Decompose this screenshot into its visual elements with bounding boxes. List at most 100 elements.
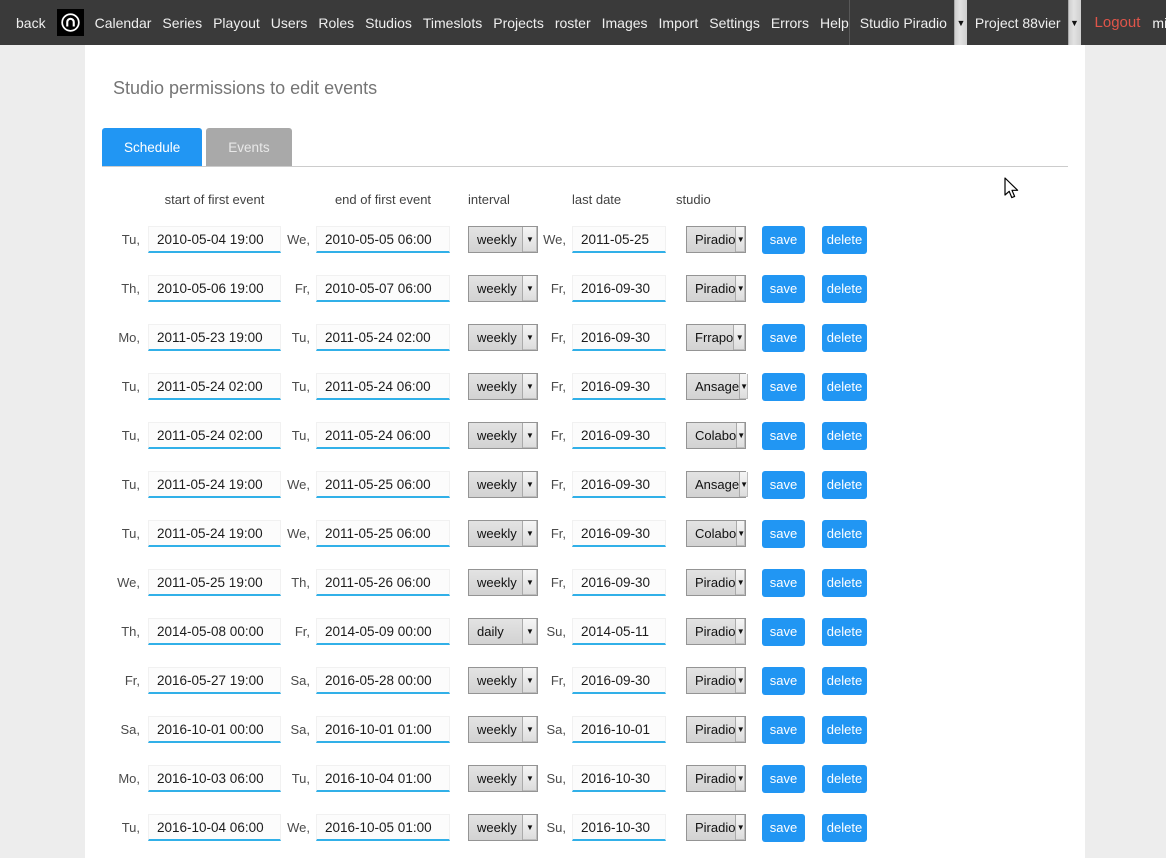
end-of-event-input[interactable] (316, 716, 450, 743)
start-of-event-input[interactable] (148, 569, 281, 596)
studio-select[interactable]: Piradio ▼ (686, 716, 746, 743)
studio-select[interactable]: Piradio ▼ (686, 226, 746, 253)
nav-item-users[interactable]: Users (271, 15, 308, 31)
last-date-input[interactable] (572, 569, 666, 596)
delete-button[interactable]: delete (822, 275, 867, 303)
last-date-input[interactable] (572, 667, 666, 694)
studio-select[interactable]: Piradio ▼ (686, 765, 746, 792)
end-of-event-input[interactable] (316, 373, 450, 400)
studio-select[interactable]: Piradio ▼ (686, 618, 746, 645)
studio-select[interactable]: Colabo ▼ (686, 520, 746, 547)
start-of-event-input[interactable] (148, 275, 281, 302)
chevron-down-icon[interactable]: ▼ (954, 0, 967, 45)
last-date-input[interactable] (572, 275, 666, 302)
delete-button[interactable]: delete (822, 765, 867, 793)
save-button[interactable]: save (762, 422, 805, 450)
end-of-event-input[interactable] (316, 226, 450, 253)
nav-item-back[interactable]: back (16, 15, 46, 31)
studio-select[interactable]: Frrapo ▼ (686, 324, 746, 351)
start-of-event-input[interactable] (148, 422, 281, 449)
delete-button[interactable]: delete (822, 324, 867, 352)
start-of-event-input[interactable] (148, 667, 281, 694)
end-of-event-input[interactable] (316, 471, 450, 498)
interval-select[interactable]: weekly ▼ (468, 226, 538, 253)
studio-select-nav[interactable]: Studio Piradio ▼ (858, 0, 967, 45)
nav-item-help[interactable]: Help (820, 15, 849, 31)
end-of-event-input[interactable] (316, 275, 450, 302)
last-date-input[interactable] (572, 520, 666, 547)
save-button[interactable]: save (762, 373, 805, 401)
save-button[interactable]: save (762, 569, 805, 597)
interval-select[interactable]: weekly ▼ (468, 324, 538, 351)
end-of-event-input[interactable] (316, 618, 450, 645)
last-date-input[interactable] (572, 373, 666, 400)
end-of-event-input[interactable] (316, 422, 450, 449)
save-button[interactable]: save (762, 814, 805, 842)
end-of-event-input[interactable] (316, 814, 450, 841)
interval-select[interactable]: weekly ▼ (468, 667, 538, 694)
nav-item-images[interactable]: Images (602, 15, 648, 31)
nav-item-timeslots[interactable]: Timeslots (423, 15, 482, 31)
nav-item-studios[interactable]: Studios (365, 15, 412, 31)
last-date-input[interactable] (572, 422, 666, 449)
save-button[interactable]: save (762, 618, 805, 646)
save-button[interactable]: save (762, 667, 805, 695)
nav-item-series[interactable]: Series (162, 15, 202, 31)
chevron-down-icon[interactable]: ▼ (1068, 0, 1081, 45)
studio-select[interactable]: Ansage ▼ (686, 373, 746, 400)
studio-select[interactable]: Piradio ▼ (686, 814, 746, 841)
end-of-event-input[interactable] (316, 667, 450, 694)
save-button[interactable]: save (762, 765, 805, 793)
tab-events[interactable]: Events (206, 128, 291, 166)
nav-item-roster[interactable]: roster (555, 15, 591, 31)
start-of-event-input[interactable] (148, 471, 281, 498)
nav-item-playout[interactable]: Playout (213, 15, 260, 31)
nav-item-errors[interactable]: Errors (771, 15, 809, 31)
nav-item-settings[interactable]: Settings (709, 15, 760, 31)
save-button[interactable]: save (762, 471, 805, 499)
delete-button[interactable]: delete (822, 716, 867, 744)
save-button[interactable]: save (762, 275, 805, 303)
interval-select[interactable]: weekly ▼ (468, 373, 538, 400)
end-of-event-input[interactable] (316, 569, 450, 596)
save-button[interactable]: save (762, 520, 805, 548)
start-of-event-input[interactable] (148, 618, 281, 645)
start-of-event-input[interactable] (148, 814, 281, 841)
last-date-input[interactable] (572, 471, 666, 498)
interval-select[interactable]: weekly ▼ (468, 716, 538, 743)
studio-select[interactable]: Ansage ▼ (686, 471, 746, 498)
save-button[interactable]: save (762, 324, 805, 352)
nav-item-import[interactable]: Import (659, 15, 699, 31)
interval-select[interactable]: weekly ▼ (468, 275, 538, 302)
interval-select[interactable]: weekly ▼ (468, 814, 538, 841)
last-date-input[interactable] (572, 618, 666, 645)
delete-button[interactable]: delete (822, 667, 867, 695)
nav-item-calendar[interactable]: Calendar (95, 15, 152, 31)
tab-schedule[interactable]: Schedule (102, 128, 202, 166)
project-select-nav[interactable]: Project 88vier ▼ (973, 0, 1081, 45)
studio-select[interactable]: Colabo ▼ (686, 422, 746, 449)
interval-select[interactable]: daily ▼ (468, 618, 538, 645)
start-of-event-input[interactable] (148, 373, 281, 400)
nav-item-projects[interactable]: Projects (493, 15, 544, 31)
delete-button[interactable]: delete (822, 471, 867, 499)
end-of-event-input[interactable] (316, 765, 450, 792)
interval-select[interactable]: weekly ▼ (468, 422, 538, 449)
interval-select[interactable]: weekly ▼ (468, 765, 538, 792)
start-of-event-input[interactable] (148, 716, 281, 743)
logo-icon[interactable] (57, 9, 84, 36)
save-button[interactable]: save (762, 226, 805, 254)
delete-button[interactable]: delete (822, 569, 867, 597)
start-of-event-input[interactable] (148, 520, 281, 547)
studio-select[interactable]: Piradio ▼ (686, 667, 746, 694)
last-date-input[interactable] (572, 716, 666, 743)
last-date-input[interactable] (572, 765, 666, 792)
delete-button[interactable]: delete (822, 422, 867, 450)
delete-button[interactable]: delete (822, 520, 867, 548)
delete-button[interactable]: delete (822, 226, 867, 254)
save-button[interactable]: save (762, 716, 805, 744)
end-of-event-input[interactable] (316, 520, 450, 547)
start-of-event-input[interactable] (148, 765, 281, 792)
logout-link[interactable]: Logout (1095, 14, 1141, 31)
last-date-input[interactable] (572, 814, 666, 841)
